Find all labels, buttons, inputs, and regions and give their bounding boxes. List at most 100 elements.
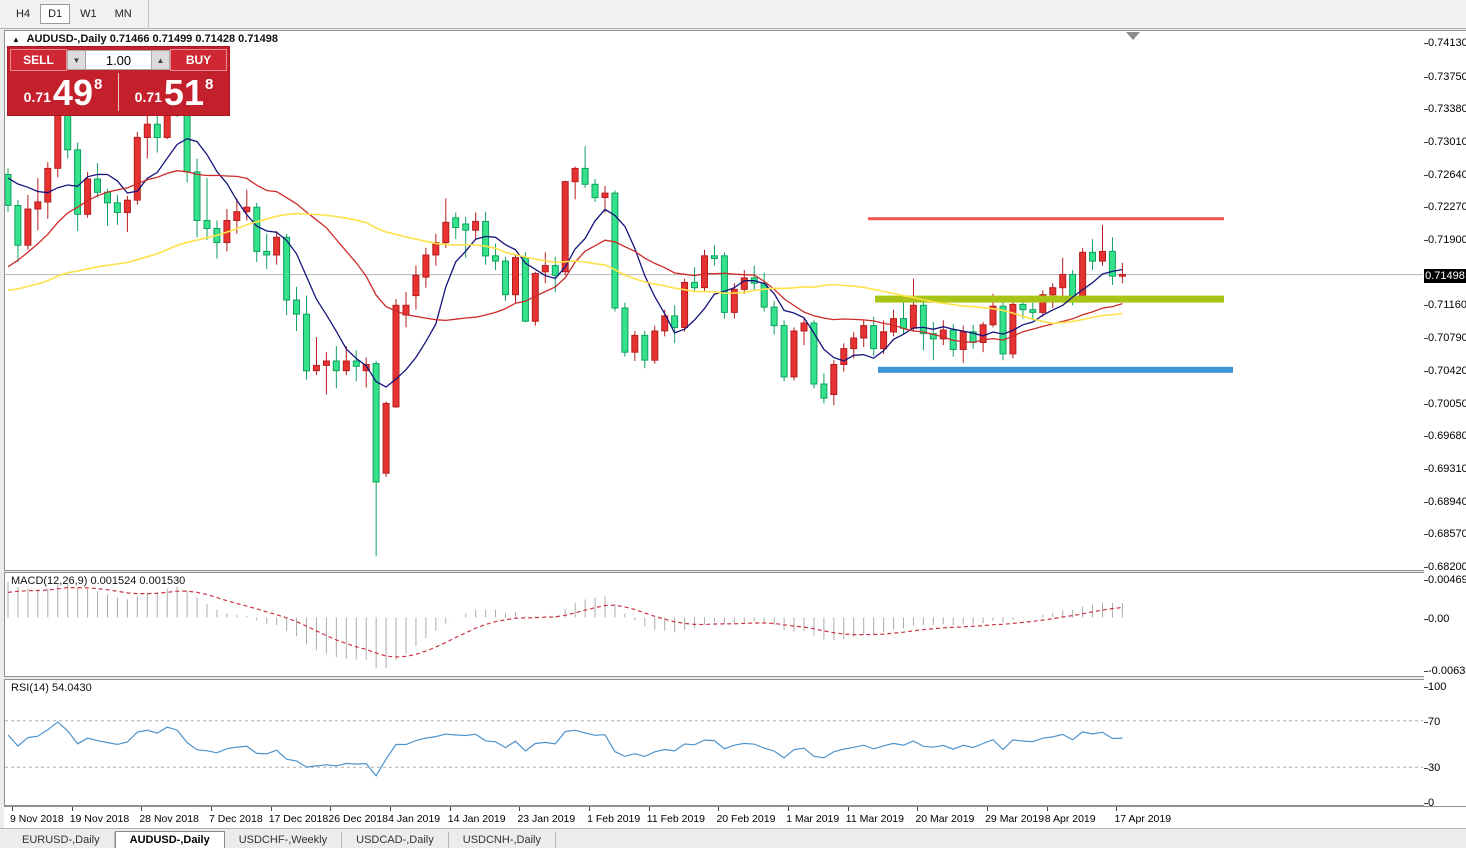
date-tick <box>211 807 212 811</box>
date-label: 11 Mar 2019 <box>846 813 904 825</box>
date-label: 17 Apr 2019 <box>1114 813 1171 825</box>
date-tick <box>987 807 988 811</box>
rsi-label: RSI(14) 54.0430 <box>11 682 92 694</box>
date-tick <box>271 807 272 811</box>
macd-axis-label: 0.004694 <box>1428 574 1466 586</box>
price-axis-label: 0.71160 <box>1428 299 1466 311</box>
sell-price-big-digits: 49 <box>53 76 93 110</box>
date-tick <box>848 807 849 811</box>
price-axis-label: 0.70420 <box>1428 365 1466 377</box>
date-tick <box>450 807 451 811</box>
date-label: 9 Nov 2018 <box>10 813 64 825</box>
date-label: 1 Mar 2019 <box>786 813 839 825</box>
date-label: 26 Dec 2018 <box>328 813 388 825</box>
date-label: 20 Feb 2019 <box>716 813 775 825</box>
volume-increase-button[interactable]: ▲ <box>151 50 170 70</box>
spin-up-icon: ▲ <box>157 56 165 65</box>
chart-symbol-label: AUDUSD-,Daily <box>27 33 107 45</box>
rsi-axis-label: 70 <box>1428 716 1440 728</box>
toolbar-separator <box>148 0 149 29</box>
timeframe-tab-w1[interactable]: W1 <box>72 4 105 24</box>
date-label: 8 Apr 2019 <box>1045 813 1096 825</box>
date-label: 7 Dec 2018 <box>209 813 263 825</box>
rsi-value: 54.0430 <box>52 682 92 694</box>
price-axis-label: 0.70790 <box>1428 332 1466 344</box>
macd-values: 0.001524 0.001530 <box>90 575 185 587</box>
one-click-trade-panel: SELL ▼ ▲ BUY 0.71 49 8 0.71 51 8 <box>8 47 229 115</box>
price-axis-label: 0.74130 <box>1428 37 1466 49</box>
price-axis-label: 0.71900 <box>1428 234 1466 246</box>
sell-button[interactable]: SELL <box>10 49 67 71</box>
buy-price-prefix: 0.71 <box>135 89 162 105</box>
price-axis-label: 0.70050 <box>1428 398 1466 410</box>
date-tick <box>788 807 789 811</box>
date-tick <box>12 807 13 811</box>
date-label: 1 Feb 2019 <box>587 813 640 825</box>
timeframe-tab-mn[interactable]: MN <box>107 4 140 24</box>
macd-canvas <box>5 573 1423 676</box>
price-axis: 0.741300.737500.733800.730100.726400.722… <box>1424 30 1466 806</box>
date-label: 20 Mar 2019 <box>915 813 974 825</box>
date-label: 11 Feb 2019 <box>647 813 705 825</box>
buy-price-display[interactable]: 0.71 51 8 <box>119 71 229 113</box>
date-tick <box>390 807 391 811</box>
sell-price-pip-digit: 8 <box>94 76 102 93</box>
rsi-axis-label: 30 <box>1428 762 1440 774</box>
price-axis-label: 0.73380 <box>1428 103 1466 115</box>
terminal-window: { "period_tabs": [ {"label": "H4", "acti… <box>0 0 1466 848</box>
date-label: 23 Jan 2019 <box>517 813 575 825</box>
chart-tab-eurusd[interactable]: EURUSD-,Daily <box>8 832 115 848</box>
chart-tab-audusd[interactable]: AUDUSD-,Daily <box>115 831 225 848</box>
timeframe-tab-d1[interactable]: D1 <box>40 4 70 24</box>
macd-axis-label: 0.00 <box>1428 613 1449 625</box>
date-label: 28 Nov 2018 <box>139 813 199 825</box>
price-axis-label: 0.73750 <box>1428 71 1466 83</box>
date-tick <box>1116 807 1117 811</box>
rsi-axis-label: 100 <box>1428 681 1446 693</box>
rsi-name: RSI(14) <box>11 682 49 694</box>
chart-ohlc-values: 0.71466 0.71499 0.71428 0.71498 <box>110 33 278 45</box>
date-tick <box>649 807 650 811</box>
price-axis-label: 0.68200 <box>1428 561 1466 573</box>
sell-price-prefix: 0.71 <box>24 89 51 105</box>
macd-axis-label: -0.00639 <box>1428 665 1466 677</box>
sell-price-display[interactable]: 0.71 49 8 <box>8 71 118 113</box>
symbol-marker-icon: ▲ <box>12 35 20 44</box>
chart-tab-usdcad[interactable]: USDCAD-,Daily <box>342 832 449 848</box>
date-tick <box>718 807 719 811</box>
rsi-canvas <box>5 680 1423 805</box>
price-axis-label: 0.68570 <box>1428 528 1466 540</box>
macd-name: MACD(12,26,9) <box>11 575 87 587</box>
chart-tabs-bar: EURUSD-,Daily AUDUSD-,Daily USDCHF-,Week… <box>0 828 1466 848</box>
price-axis-label: 0.68940 <box>1428 496 1466 508</box>
date-axis: 9 Nov 2018 19 Nov 2018 28 Nov 2018 7 Dec 20… <box>4 806 1466 828</box>
date-label: 14 Jan 2019 <box>448 813 506 825</box>
date-tick <box>917 807 918 811</box>
date-label: 4 Jan 2019 <box>388 813 440 825</box>
date-tick <box>1047 807 1048 811</box>
buy-price-pip-digit: 8 <box>205 76 213 93</box>
price-axis-label: 0.69310 <box>1428 463 1466 475</box>
date-tick <box>519 807 520 811</box>
price-axis-label: 0.69680 <box>1428 430 1466 442</box>
macd-panel[interactable]: MACD(12,26,9) 0.001524 0.001530 <box>4 572 1425 677</box>
timeframe-tab-h4[interactable]: H4 <box>8 4 38 24</box>
chart-tab-usdchf[interactable]: USDCHF-,Weekly <box>225 832 342 848</box>
buy-price-big-digits: 51 <box>164 76 204 110</box>
buy-button[interactable]: BUY <box>170 49 227 71</box>
macd-label: MACD(12,26,9) 0.001524 0.001530 <box>11 575 185 587</box>
scroll-to-end-icon[interactable] <box>1126 32 1140 40</box>
chart-tab-usdcnh[interactable]: USDCNH-,Daily <box>449 832 556 848</box>
date-tick <box>589 807 590 811</box>
timeframe-toolbar: H4 D1 W1 MN <box>0 0 1466 29</box>
price-axis-label: 0.72640 <box>1428 169 1466 181</box>
date-label: 19 Nov 2018 <box>70 813 130 825</box>
rsi-panel[interactable]: RSI(14) 54.0430 <box>4 679 1425 806</box>
date-label: 29 Mar 2019 <box>985 813 1044 825</box>
spin-down-icon: ▼ <box>73 56 81 65</box>
price-axis-label: 0.72270 <box>1428 201 1466 213</box>
volume-input[interactable] <box>86 50 151 70</box>
current-price-badge: 0.71498 <box>1424 269 1466 283</box>
volume-decrease-button[interactable]: ▼ <box>67 50 86 70</box>
date-tick <box>330 807 331 811</box>
